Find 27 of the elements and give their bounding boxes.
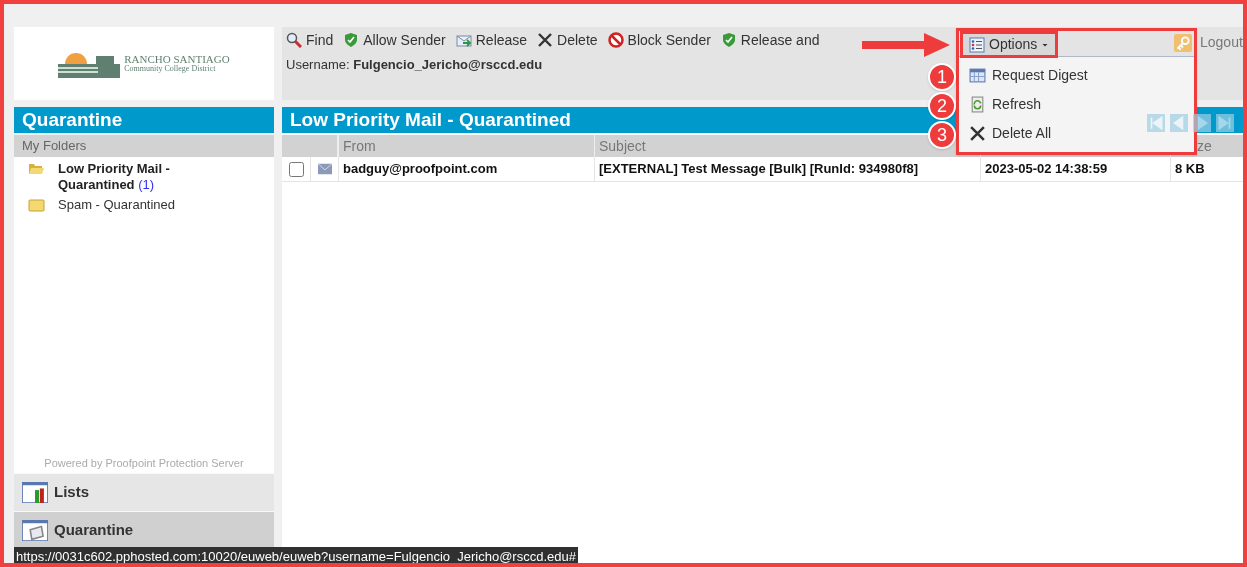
table-cell-text: badguy@proofpoint.com — [343, 160, 498, 179]
table-cell-text: [EXTERNAL] Test Message [Bulk] [RunId: 934980f8] — [599, 160, 919, 179]
toolbar-button[interactable]: Release — [455, 29, 528, 51]
sidebar-title: Quarantine — [14, 107, 274, 133]
logo-name: RANCHO SANTIAGO — [124, 54, 230, 65]
column-header: Subject — [599, 138, 646, 154]
folder-item[interactable]: Low Priority Mail - Quarantined (1) — [14, 161, 274, 193]
toolbar-button[interactable]: Block Sender — [607, 29, 711, 51]
toolbar-button[interactable]: Find — [286, 29, 334, 51]
table-cell-text: 8 KB — [1175, 160, 1205, 179]
section-header: My Folders — [14, 135, 274, 157]
powered-by-text: Powered by Proofpoint Protection Server — [43, 455, 245, 471]
logout-button[interactable]: Logout — [1174, 32, 1243, 53]
column-header: From — [343, 138, 376, 154]
menu-item[interactable]: Request Digest — [959, 61, 1194, 90]
options-button[interactable]: Options — [960, 31, 1059, 58]
toolbar-button[interactable]: Delete — [537, 29, 598, 51]
column-header: ze — [1196, 138, 1212, 154]
username-text: Username: Fulgencio_Jericho@rsccd.edu — [286, 57, 543, 72]
nav-item[interactable]: Lists — [14, 473, 274, 511]
nav-item[interactable]: Quarantine — [14, 511, 274, 549]
url-status-tooltip: https://0031c602.pphosted.com:10020/euweb/euweb?username=Fulgencio_Jericho@rsccd.edu# — [14, 547, 578, 563]
toolbar-button[interactable]: Allow Sender — [343, 29, 446, 51]
toolbar-button[interactable]: Release and — [720, 29, 820, 51]
logo-tagline: Community College District — [124, 65, 217, 73]
table-cell-text: 2023-05-02 14:38:59 — [985, 160, 1108, 179]
folder-item[interactable]: Spam - Quarantined — [14, 197, 274, 213]
